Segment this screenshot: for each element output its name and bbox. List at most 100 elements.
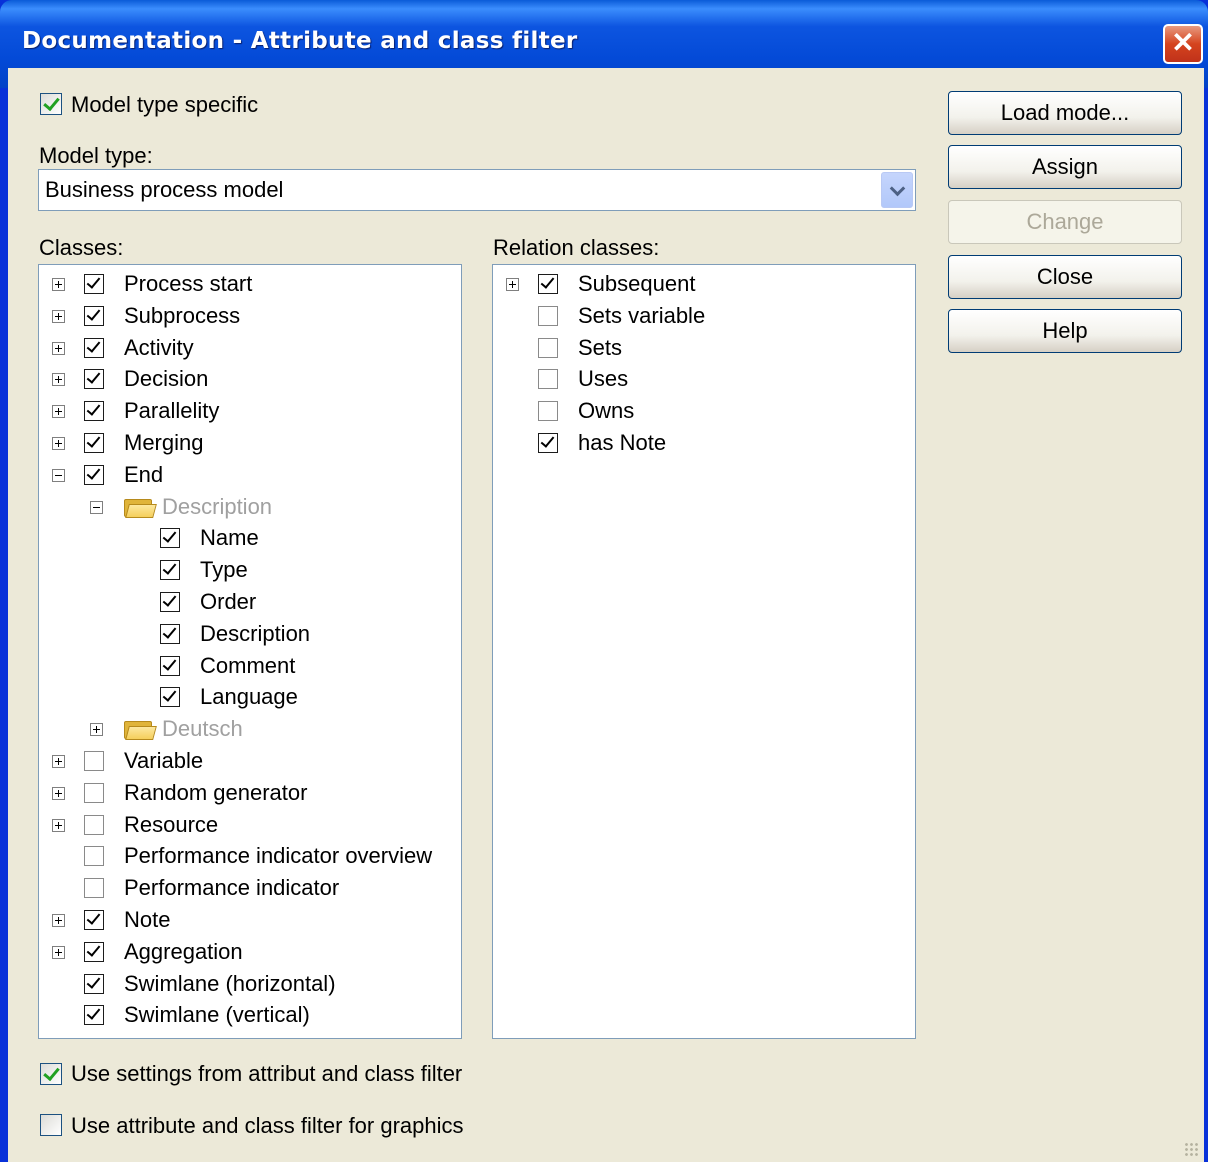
class-checkbox[interactable] <box>160 623 180 644</box>
class-row-description[interactable]: Description <box>39 618 461 650</box>
class-checkbox[interactable] <box>84 910 104 930</box>
use-for-graphics-checkbox[interactable] <box>40 1114 62 1136</box>
class-checkbox[interactable] <box>84 464 104 485</box>
class-checkbox[interactable] <box>84 782 104 803</box>
relation-checkbox[interactable] <box>538 433 558 453</box>
relation-row-has-note[interactable]: has Note <box>493 427 915 459</box>
class-checkbox[interactable] <box>84 941 104 962</box>
expand-icon[interactable] <box>52 786 65 800</box>
use-settings-checkbox[interactable] <box>40 1063 62 1085</box>
classes-tree[interactable]: Process start Subprocess Activity Decision P… <box>38 264 462 1039</box>
model-type-select[interactable]: Business process model <box>38 169 916 211</box>
expand-icon[interactable] <box>506 278 519 291</box>
class-row-comment[interactable]: Comment <box>39 650 461 682</box>
class-item-label: Subprocess <box>124 302 241 328</box>
relation-checkbox[interactable] <box>538 401 558 422</box>
chevron-down-icon[interactable] <box>881 172 913 208</box>
class-row-resource[interactable]: Resource <box>39 809 461 841</box>
folder-icon <box>124 497 157 518</box>
expand-icon[interactable] <box>52 278 65 291</box>
class-row-activity[interactable]: Activity <box>39 332 461 364</box>
relation-row-owns[interactable]: Owns <box>493 395 915 427</box>
class-item-label: Swimlane (horizontal) <box>124 970 336 996</box>
class-checkbox[interactable] <box>160 528 180 549</box>
collapse-icon[interactable] <box>52 468 65 482</box>
class-checkbox[interactable] <box>160 560 180 581</box>
class-checkbox[interactable] <box>84 433 104 453</box>
relation-row-uses[interactable]: Uses <box>493 363 915 395</box>
expand-icon[interactable] <box>52 373 65 387</box>
load-mode-button[interactable]: Load mode... <box>948 91 1182 135</box>
relation-classes-label: Relation classes: <box>493 235 660 260</box>
class-item-label: Aggregation <box>124 938 243 964</box>
class-row-deutsch[interactable]: Deutsch <box>39 713 461 745</box>
class-checkbox[interactable] <box>160 592 180 612</box>
class-checkbox[interactable] <box>84 878 104 899</box>
class-row-language[interactable]: Language <box>39 681 461 713</box>
relation-checkbox[interactable] <box>538 305 558 326</box>
class-item-label: Variable <box>124 748 204 773</box>
class-item-label: Decision <box>124 366 209 392</box>
relation-checkbox[interactable] <box>538 337 558 358</box>
class-row-variable[interactable]: Variable <box>39 745 461 777</box>
class-row-parallelity[interactable]: Parallelity <box>39 395 461 427</box>
class-item-label: Language <box>200 684 298 710</box>
class-checkbox[interactable] <box>160 655 180 676</box>
class-checkbox[interactable] <box>84 274 104 294</box>
class-item-label: Name <box>200 525 259 551</box>
relation-item-label: Sets variable <box>578 302 706 328</box>
expand-icon[interactable] <box>52 818 65 832</box>
close-button[interactable]: Close <box>948 255 1182 299</box>
class-row-performance-indicator[interactable]: Performance indicator <box>39 872 461 904</box>
classes-label: Classes: <box>39 235 124 260</box>
class-row-swimlane-horizontal[interactable]: Swimlane (horizontal) <box>39 968 461 1000</box>
relation-classes-tree[interactable]: Subsequent Sets variable Sets Uses Owns has N… <box>492 264 916 1039</box>
class-checkbox[interactable] <box>84 814 104 835</box>
class-checkbox[interactable] <box>160 687 180 708</box>
change-button[interactable]: Change <box>948 200 1182 244</box>
class-row-order[interactable]: Order <box>39 586 461 618</box>
class-row-process-start[interactable]: Process start <box>39 268 461 300</box>
assign-button[interactable]: Assign <box>948 145 1182 189</box>
model-type-label: Model type: <box>39 143 153 168</box>
class-row-note[interactable]: Note <box>39 904 461 936</box>
class-checkbox[interactable] <box>84 1005 104 1026</box>
class-row-end[interactable]: End <box>39 459 461 491</box>
class-checkbox[interactable] <box>84 369 104 390</box>
expand-icon[interactable] <box>52 755 65 768</box>
expand-icon[interactable] <box>52 405 65 419</box>
expand-icon[interactable] <box>52 341 65 355</box>
class-item-label: Type <box>200 557 248 583</box>
class-row-merging[interactable]: Merging <box>39 427 461 459</box>
class-row-subprocess[interactable]: Subprocess <box>39 300 461 332</box>
close-window-icon[interactable]: ✕ <box>1163 24 1203 64</box>
class-row-name[interactable]: Name <box>39 522 461 554</box>
class-checkbox[interactable] <box>84 337 104 358</box>
class-row-swimlane-vertical[interactable]: Swimlane (vertical) <box>39 999 461 1031</box>
expand-icon[interactable] <box>90 723 103 737</box>
collapse-icon[interactable] <box>90 500 103 514</box>
class-row-type[interactable]: Type <box>39 554 461 586</box>
model-type-specific-checkbox[interactable] <box>40 93 62 115</box>
relation-row-subsequent[interactable]: Subsequent <box>493 268 915 300</box>
expand-icon[interactable] <box>52 914 65 927</box>
expand-icon[interactable] <box>52 309 65 323</box>
class-checkbox[interactable] <box>84 401 104 422</box>
class-checkbox[interactable] <box>84 305 104 326</box>
class-row-performance-indicator-overview[interactable]: Performance indicator overview <box>39 840 461 872</box>
class-checkbox[interactable] <box>84 846 104 867</box>
class-row-decision[interactable]: Decision <box>39 363 461 395</box>
expand-icon[interactable] <box>52 945 65 959</box>
help-button[interactable]: Help <box>948 309 1182 353</box>
class-checkbox[interactable] <box>84 973 104 994</box>
class-row-random-generator[interactable]: Random generator <box>39 777 461 809</box>
relation-row-sets-variable[interactable]: Sets variable <box>493 300 915 332</box>
class-row-aggregation[interactable]: Aggregation <box>39 936 461 968</box>
relation-row-sets[interactable]: Sets <box>493 332 915 364</box>
resize-grip[interactable] <box>1184 1142 1198 1156</box>
class-row-description[interactable]: Description <box>39 491 461 523</box>
relation-checkbox[interactable] <box>538 274 558 294</box>
relation-checkbox[interactable] <box>538 369 558 390</box>
class-checkbox[interactable] <box>84 751 104 771</box>
expand-icon[interactable] <box>52 437 65 450</box>
